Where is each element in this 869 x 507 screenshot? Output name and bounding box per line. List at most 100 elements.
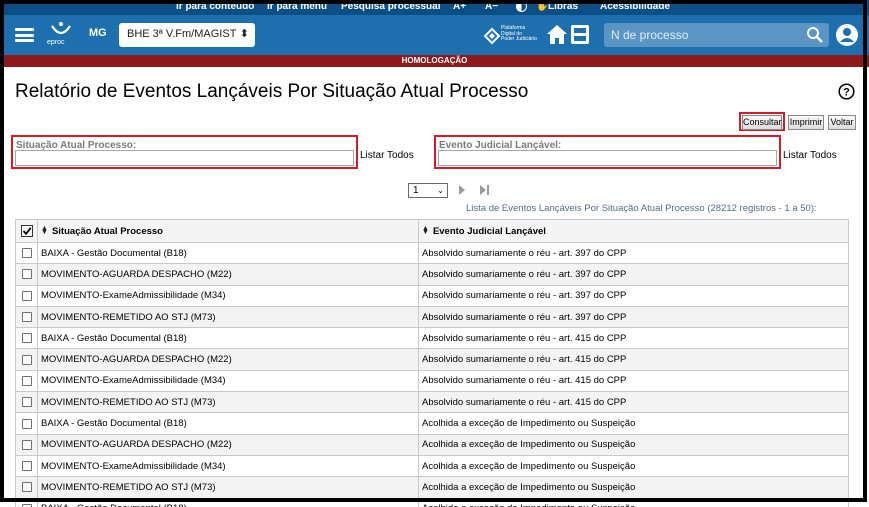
select-all-cell <box>15 219 38 243</box>
process-number-search-input[interactable]: N de processo <box>604 23 829 47</box>
row-checkbox[interactable] <box>21 482 32 493</box>
row-checkbox[interactable] <box>21 290 32 301</box>
event-input[interactable] <box>438 150 777 166</box>
unit-selector[interactable]: BHE 3ª V.Fm/MAGIST ⬍ <box>119 23 255 47</box>
skip-to-content-link[interactable]: Ir para conteúdo <box>176 1 254 12</box>
row-checkbox[interactable] <box>21 418 32 429</box>
table-row[interactable]: MOVIMENTO-ExameAdmissibilidade (M34) Acol… <box>15 454 849 478</box>
table-row[interactable]: BAIXA - Gestão Documental (B18) Absolvido… <box>15 327 849 350</box>
event-cell: Absolvido sumariamente o réu - art. 415 … <box>418 369 849 393</box>
event-cell: Acolhida a exceção de Impedimento ou Sus… <box>418 497 849 507</box>
row-checkbox[interactable] <box>21 397 32 408</box>
table-row[interactable]: BAIXA - Gestão Documental (B18) Absolvido… <box>15 241 849 265</box>
table-header-row: ▲ ▼ Situação Atual Processo ▲ ▼ Evento Judic… <box>15 219 849 243</box>
back-button[interactable]: Voltar <box>828 115 856 130</box>
help-icon[interactable]: ? <box>838 83 855 100</box>
event-cell: Acolhida a exceção de Impedimento ou Sus… <box>418 433 849 456</box>
situation-cell: MOVIMENTO-AGUARDA DESPACHO (M22) <box>37 433 419 456</box>
situation-cell: MOVIMENTO-ExameAdmissibilidade (M34) <box>37 369 419 393</box>
situation-cell: BAIXA - Gestão Documental (B18) <box>37 497 419 507</box>
row-select-cell <box>15 454 38 478</box>
table-row[interactable]: MOVIMENTO-ExameAdmissibilidade (M34) Abso… <box>15 369 849 393</box>
results-table: ▲ ▼ Situação Atual Processo ▲ ▼ Evento Judic… <box>15 219 849 507</box>
event-list-all-label[interactable]: Listar Todos <box>783 150 837 161</box>
row-select-cell <box>15 348 38 371</box>
user-avatar-icon[interactable] <box>836 24 858 46</box>
row-select-cell <box>15 305 38 329</box>
table-row[interactable]: BAIXA - Gestão Documental (B18)Acolhida … <box>15 412 849 435</box>
hamburger-menu-icon[interactable] <box>15 28 34 42</box>
row-select-cell <box>15 263 38 286</box>
row-checkbox[interactable] <box>21 375 32 386</box>
table-row[interactable]: MOVIMENTO-REMETIDO AO STJ (M73) Acolhida … <box>15 476 849 499</box>
table-row[interactable]: MOVIMENTO-REMETIDO AO STJ (M73) Absolvido… <box>15 391 849 414</box>
contrast-icon[interactable] <box>516 1 527 12</box>
event-cell: Absolvido sumariamente o réu - art. 397 … <box>418 305 849 329</box>
row-checkbox[interactable] <box>21 269 32 280</box>
next-page-icon[interactable] <box>458 185 466 195</box>
event-cell: Absolvido sumariamente o réu - art. 397 … <box>418 263 849 286</box>
search-icon[interactable] <box>806 26 824 44</box>
event-cell: Acolhida a exceção de Impedimento ou Sus… <box>418 412 849 435</box>
row-select-cell <box>15 369 38 393</box>
situation-cell: MOVIMENTO-REMETIDO AO STJ (M73) <box>37 391 419 414</box>
print-button[interactable]: Imprimir <box>788 115 824 130</box>
situation-input[interactable] <box>15 150 354 166</box>
row-select-cell <box>15 391 38 414</box>
table-row[interactable]: MOVIMENTO-ExameAdmissibilidade (M34) Abso… <box>15 284 849 307</box>
row-checkbox[interactable] <box>21 461 32 472</box>
page-title: Relatório de Eventos Lançáveis Por Situa… <box>15 81 529 102</box>
inbox-icon[interactable] <box>570 24 590 45</box>
table-row[interactable]: BAIXA - Gestão Documental (B18)Acolhida … <box>15 497 849 507</box>
column-header-event[interactable]: ▲ ▼ Evento Judicial Lançável <box>418 219 849 243</box>
table-row[interactable]: MOVIMENTO-REMETIDO AO STJ (M73) Absolvido… <box>15 305 849 329</box>
page-selector[interactable]: 1 ⌄ <box>408 183 448 198</box>
row-checkbox[interactable] <box>21 248 32 259</box>
event-cell: Acolhida a exceção de Impedimento ou Sus… <box>418 454 849 478</box>
app-header: eproc MG BHE 3ª V.Fm/MAGIST ⬍ Plataforma… <box>0 15 869 55</box>
row-select-cell <box>15 497 38 507</box>
checkmark-icon <box>22 227 32 236</box>
font-increase-button[interactable]: A+ <box>453 1 466 12</box>
process-search-link[interactable]: Pesquisa processual <box>341 1 441 12</box>
process-search-placeholder: N de processo <box>611 28 689 42</box>
sort-icon[interactable]: ▲ ▼ <box>41 225 48 236</box>
event-cell: Absolvido sumariamente o réu - art. 397 … <box>418 241 849 265</box>
event-filter: Evento Judicial Lançável: <box>434 135 781 169</box>
event-cell: Absolvido sumariamente o réu - art. 415 … <box>418 348 849 371</box>
table-row[interactable]: MOVIMENTO-AGUARDA DESPACHO (M22) Acolhida… <box>15 433 849 456</box>
last-page-icon[interactable] <box>479 185 490 195</box>
libras-link[interactable]: Libras <box>548 1 578 12</box>
column-header-label: Evento Judicial Lançável <box>432 225 546 237</box>
page-selector-value: 1 <box>413 185 419 196</box>
eproc-logo-text: eproc <box>47 39 65 46</box>
table-row[interactable]: MOVIMENTO-AGUARDA DESPACHO (M22) Absolvid… <box>15 263 849 286</box>
font-decrease-button[interactable]: A− <box>485 1 498 12</box>
column-header-situation[interactable]: ▲ ▼ Situação Atual Processo <box>37 219 419 243</box>
situation-cell: MOVIMENTO-ExameAdmissibilidade (M34) <box>37 454 419 478</box>
accessibility-link[interactable]: Acessibilidade <box>600 1 670 12</box>
situation-cell: MOVIMENTO-AGUARDA DESPACHO (M22) <box>37 348 419 371</box>
consult-button[interactable]: Consultar <box>742 115 782 130</box>
table-body: BAIXA - Gestão Documental (B18) Absolvido… <box>15 241 849 507</box>
svg-text:?: ? <box>843 87 850 99</box>
pdpj-text-line: Poder Judiciário <box>501 36 537 42</box>
situation-cell: BAIXA - Gestão Documental (B18) <box>37 412 419 435</box>
pdpj-logo-text: Plataforma Digital do Poder Judiciário <box>501 25 537 43</box>
column-header-label: Situação Atual Processo <box>51 225 163 237</box>
home-icon[interactable] <box>546 24 568 45</box>
event-cell: Absolvido sumariamente o réu - art. 415 … <box>418 327 849 350</box>
skip-to-menu-link[interactable]: Ir para menu <box>267 1 327 12</box>
row-checkbox[interactable] <box>21 312 32 323</box>
situation-cell: MOVIMENTO-REMETIDO AO STJ (M73) <box>37 476 419 499</box>
accessibility-bar: Ir para conteúdo Ir para menu Pesquisa p… <box>0 0 869 15</box>
hand-icon[interactable]: ✋ <box>536 1 548 12</box>
environment-banner: HOMOLOGAÇÃO <box>0 55 869 67</box>
sort-icon[interactable]: ▲ ▼ <box>422 225 429 236</box>
situation-list-all-label[interactable]: Listar Todos <box>360 150 414 161</box>
select-all-checkbox[interactable] <box>20 225 33 237</box>
row-checkbox[interactable] <box>21 333 32 344</box>
row-checkbox[interactable] <box>21 354 32 365</box>
row-checkbox[interactable] <box>21 439 32 450</box>
table-row[interactable]: MOVIMENTO-AGUARDA DESPACHO (M22) Absolvid… <box>15 348 849 371</box>
